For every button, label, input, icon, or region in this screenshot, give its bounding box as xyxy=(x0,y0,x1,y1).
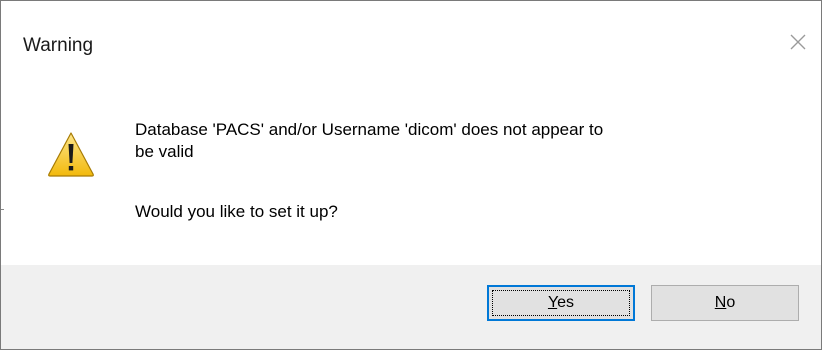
dialog-title: Warning xyxy=(23,35,94,56)
button-bar: Yes No xyxy=(1,265,821,349)
message-line-2: be valid xyxy=(135,142,194,161)
focus-rectangle xyxy=(492,290,630,316)
question-text: Would you like to set it up? xyxy=(135,202,338,221)
warning-triangle-icon xyxy=(48,132,94,177)
no-button-label: No xyxy=(715,294,735,312)
no-button[interactable]: No xyxy=(651,285,799,321)
warning-dialog: Warning Database 'PACS' and/or Username … xyxy=(0,0,822,350)
no-accelerator: N xyxy=(714,294,727,311)
message-line-1: Database 'PACS' and/or Username 'dicom' … xyxy=(135,120,604,139)
close-button[interactable] xyxy=(781,25,815,59)
yes-button[interactable]: Yes xyxy=(487,285,635,321)
no-label-rest: o xyxy=(726,294,736,311)
close-icon xyxy=(790,34,806,50)
title-bar: Warning xyxy=(1,1,821,89)
dialog-content: Database 'PACS' and/or Username 'dicom' … xyxy=(1,89,821,265)
edge-mark xyxy=(1,209,4,210)
message-text: Database 'PACS' and/or Username 'dicom' … xyxy=(135,119,785,163)
